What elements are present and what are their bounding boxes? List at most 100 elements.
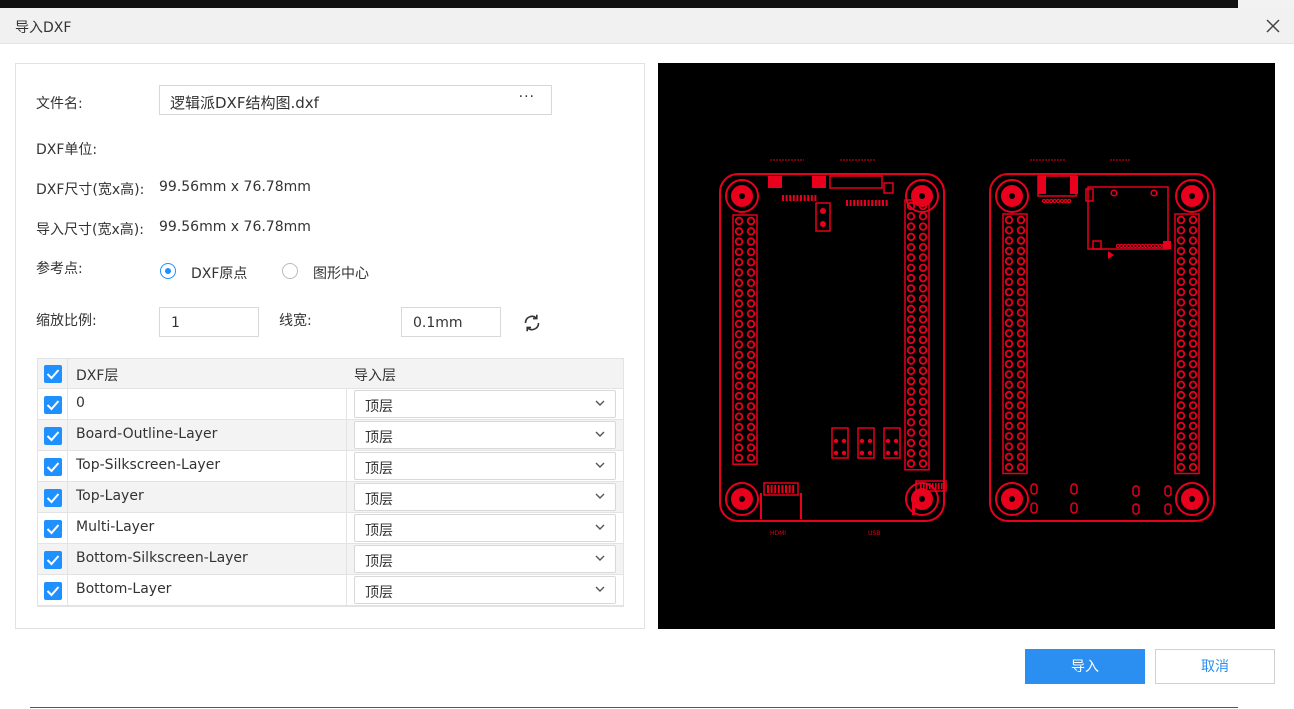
header-pin: [1176, 298, 1186, 307]
header-pin: [918, 366, 928, 375]
import-layer-select[interactable]: 顶层: [354, 452, 616, 480]
header-pin: [906, 438, 916, 448]
layer-name: Top-Silkscreen-Layer: [76, 457, 221, 473]
scale-input[interactable]: 1: [159, 307, 259, 337]
browse-file-button[interactable]: ···: [519, 89, 535, 105]
dxf-preview-canvas[interactable]: HDMI USB: [658, 63, 1275, 629]
import-layer-select[interactable]: 顶层: [354, 483, 616, 511]
header-pin: [1188, 442, 1198, 451]
module-pin: [1150, 243, 1156, 249]
import-layer-select[interactable]: 顶层: [354, 545, 616, 573]
fpc-pin: [874, 200, 877, 206]
layer-checkbox[interactable]: [44, 396, 62, 414]
header-pin: [1004, 256, 1014, 266]
header-pin: [734, 216, 744, 226]
header-pin: [906, 263, 916, 272]
header-pin: [1016, 215, 1026, 225]
connector-pin: [929, 483, 931, 489]
header-pin: [746, 268, 756, 277]
chevron-down-icon: [595, 493, 605, 499]
radio-dxf-origin-label[interactable]: DXF原点: [191, 263, 247, 283]
module-pin: [1136, 243, 1142, 249]
header-pin: [1016, 236, 1026, 245]
fpc-pin: [807, 195, 810, 201]
radio-dxf-origin[interactable]: [160, 263, 176, 279]
connector-pin: [941, 483, 943, 489]
connector-pin: [785, 485, 787, 493]
led-pad: [885, 450, 891, 456]
layer-checkbox[interactable]: [44, 520, 62, 538]
mounting-drill: [1189, 193, 1195, 199]
header-pin: [1188, 463, 1198, 472]
header-pin: [1176, 236, 1186, 245]
layer-checkbox[interactable]: [44, 582, 62, 600]
layer-checkbox[interactable]: [44, 427, 62, 445]
dxf-size-value: 99.56mm x 76.78mm: [159, 179, 311, 195]
fpc-pin: [785, 195, 788, 201]
header-pin: [1176, 360, 1186, 369]
fpc-pin: [1067, 198, 1072, 204]
oval-pad: [1132, 503, 1140, 515]
select-all-checkbox[interactable]: [44, 365, 62, 383]
import-layer-select[interactable]: 顶层: [354, 390, 616, 418]
column-dxf-layer: DXF层: [76, 368, 119, 384]
led-pad: [833, 450, 839, 456]
header-pin: [1188, 452, 1198, 462]
smd-pad: [1085, 188, 1094, 202]
header-pin: [734, 391, 744, 401]
fpc-pin: [1049, 198, 1054, 204]
fpc-pin: [864, 200, 866, 206]
header-pin: [906, 335, 916, 345]
mounting-drill: [1189, 496, 1195, 502]
fpc-pin: [814, 195, 817, 201]
cancel-button[interactable]: 取消: [1155, 649, 1275, 684]
chevron-down-icon: [595, 586, 605, 592]
header-pin: [1176, 411, 1186, 420]
import-layer-select[interactable]: 顶层: [354, 421, 616, 449]
layer-checkbox[interactable]: [44, 489, 62, 507]
header-pin: [1176, 287, 1186, 297]
header-pin: [734, 237, 744, 246]
header-pin: [746, 257, 756, 267]
layer-checkbox[interactable]: [44, 551, 62, 569]
header-pin: [906, 222, 916, 231]
chevron-down-icon: [595, 555, 605, 561]
mounting-drill: [1009, 193, 1015, 199]
fpc-pin: [789, 195, 792, 201]
refresh-icon[interactable]: [521, 312, 543, 334]
table-row: Bottom-Silkscreen-Layer 顶层: [38, 544, 623, 575]
header-pin: [734, 412, 744, 421]
header-pin: [918, 222, 928, 231]
file-name-field[interactable]: 逻辑派DXF结构图.dxf ···: [159, 85, 552, 115]
header-pin: [746, 309, 756, 318]
header-pin: [734, 381, 744, 390]
header-pin: [1016, 421, 1026, 431]
header-pin: [1016, 256, 1026, 266]
header-pin: [1176, 390, 1186, 400]
smd-pad: [812, 176, 826, 188]
line-width-input[interactable]: 0.1mm: [401, 307, 501, 337]
header-pin: [1016, 432, 1026, 441]
layer-checkbox[interactable]: [44, 458, 62, 476]
header-pin: [1176, 452, 1186, 462]
connector-pin: [932, 483, 934, 489]
header-pin: [906, 212, 916, 221]
close-icon[interactable]: [1263, 16, 1283, 36]
radio-shape-center-label[interactable]: 图形中心: [313, 263, 369, 283]
import-button[interactable]: 导入: [1025, 649, 1145, 684]
fpc-pin: [867, 200, 870, 206]
header-pin: [746, 422, 756, 432]
header-pin: [1188, 287, 1198, 297]
import-layer-select[interactable]: 顶层: [354, 514, 616, 542]
radio-shape-center[interactable]: [282, 263, 298, 279]
header-pin: [734, 350, 744, 360]
import-layer-select[interactable]: 顶层: [354, 576, 616, 604]
import-size-value: 99.56mm x 76.78mm: [159, 219, 311, 235]
header-pin: [1016, 452, 1026, 462]
header-pin: [906, 418, 916, 427]
dialog-title: 导入DXF: [15, 20, 72, 36]
connector-pin: [792, 485, 795, 493]
connector-lead: [800, 493, 802, 519]
header-pin: [1016, 349, 1026, 359]
header-pin: [1004, 287, 1014, 297]
